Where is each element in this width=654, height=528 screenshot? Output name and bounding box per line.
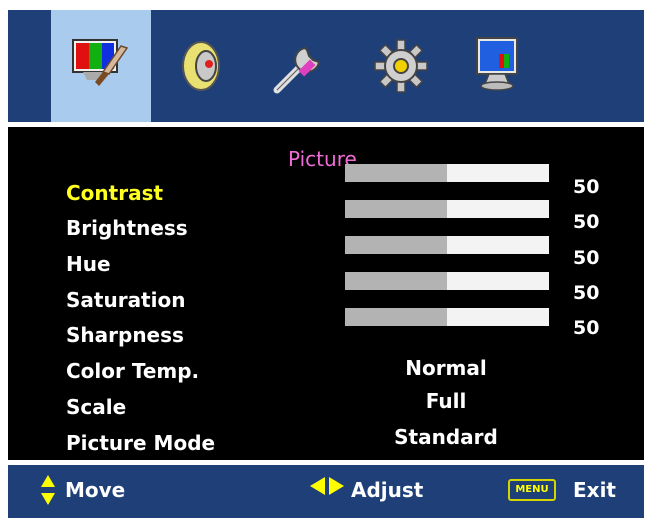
tab-display[interactable] — [451, 10, 551, 122]
contrast-label[interactable]: Contrast — [66, 181, 163, 205]
saturation-value: 50 — [573, 282, 600, 304]
slider-fill — [345, 164, 447, 182]
hint-bar: Move Adjust MENU Exit — [8, 465, 644, 518]
speaker-icon — [182, 41, 220, 91]
left-right-arrow-icon — [310, 477, 344, 495]
slider-fill — [345, 308, 447, 326]
slider-fill — [345, 236, 447, 254]
hue-value: 50 — [573, 247, 600, 269]
hue-slider[interactable] — [345, 236, 549, 254]
exit-hint[interactable]: Exit — [573, 478, 616, 502]
picture-icon — [72, 39, 129, 86]
picture-settings-panel: Picture Contrast Brightness Hue Saturati… — [8, 127, 644, 460]
contrast-slider[interactable] — [345, 164, 549, 182]
picture-mode-label[interactable]: Picture Mode — [66, 431, 215, 455]
tab-setup[interactable] — [351, 10, 451, 122]
brightness-value: 50 — [573, 211, 600, 233]
slider-fill — [345, 272, 447, 290]
adjust-hint: Adjust — [351, 478, 424, 502]
brightness-label[interactable]: Brightness — [66, 216, 188, 240]
brightness-slider[interactable] — [345, 200, 549, 218]
tab-picture[interactable] — [51, 10, 151, 122]
contrast-value: 50 — [573, 176, 600, 198]
saturation-slider[interactable] — [345, 272, 549, 290]
gear-icon — [374, 39, 428, 93]
move-hint: Move — [65, 478, 126, 502]
slider-fill — [345, 200, 447, 218]
sharpness-label[interactable]: Sharpness — [66, 323, 184, 347]
saturation-label[interactable]: Saturation — [66, 288, 185, 312]
scale-label[interactable]: Scale — [66, 395, 126, 419]
tab-sound[interactable] — [151, 10, 251, 122]
icon-tab-bar — [8, 10, 644, 122]
color-temp-label[interactable]: Color Temp. — [66, 359, 199, 383]
up-down-arrow-icon — [41, 475, 55, 505]
picture-mode-value[interactable]: Standard — [366, 425, 526, 449]
menu-key-icon: MENU — [508, 479, 556, 501]
sharpness-value: 50 — [573, 317, 600, 339]
scale-value[interactable]: Full — [366, 389, 526, 413]
monitor-icon — [476, 37, 518, 91]
sharpness-slider[interactable] — [345, 308, 549, 326]
osd-menu: Picture Contrast Brightness Hue Saturati… — [8, 10, 644, 518]
tab-tools[interactable] — [251, 10, 351, 122]
tools-icon — [273, 46, 321, 94]
hue-label[interactable]: Hue — [66, 252, 111, 276]
color-temp-value[interactable]: Normal — [366, 356, 526, 380]
